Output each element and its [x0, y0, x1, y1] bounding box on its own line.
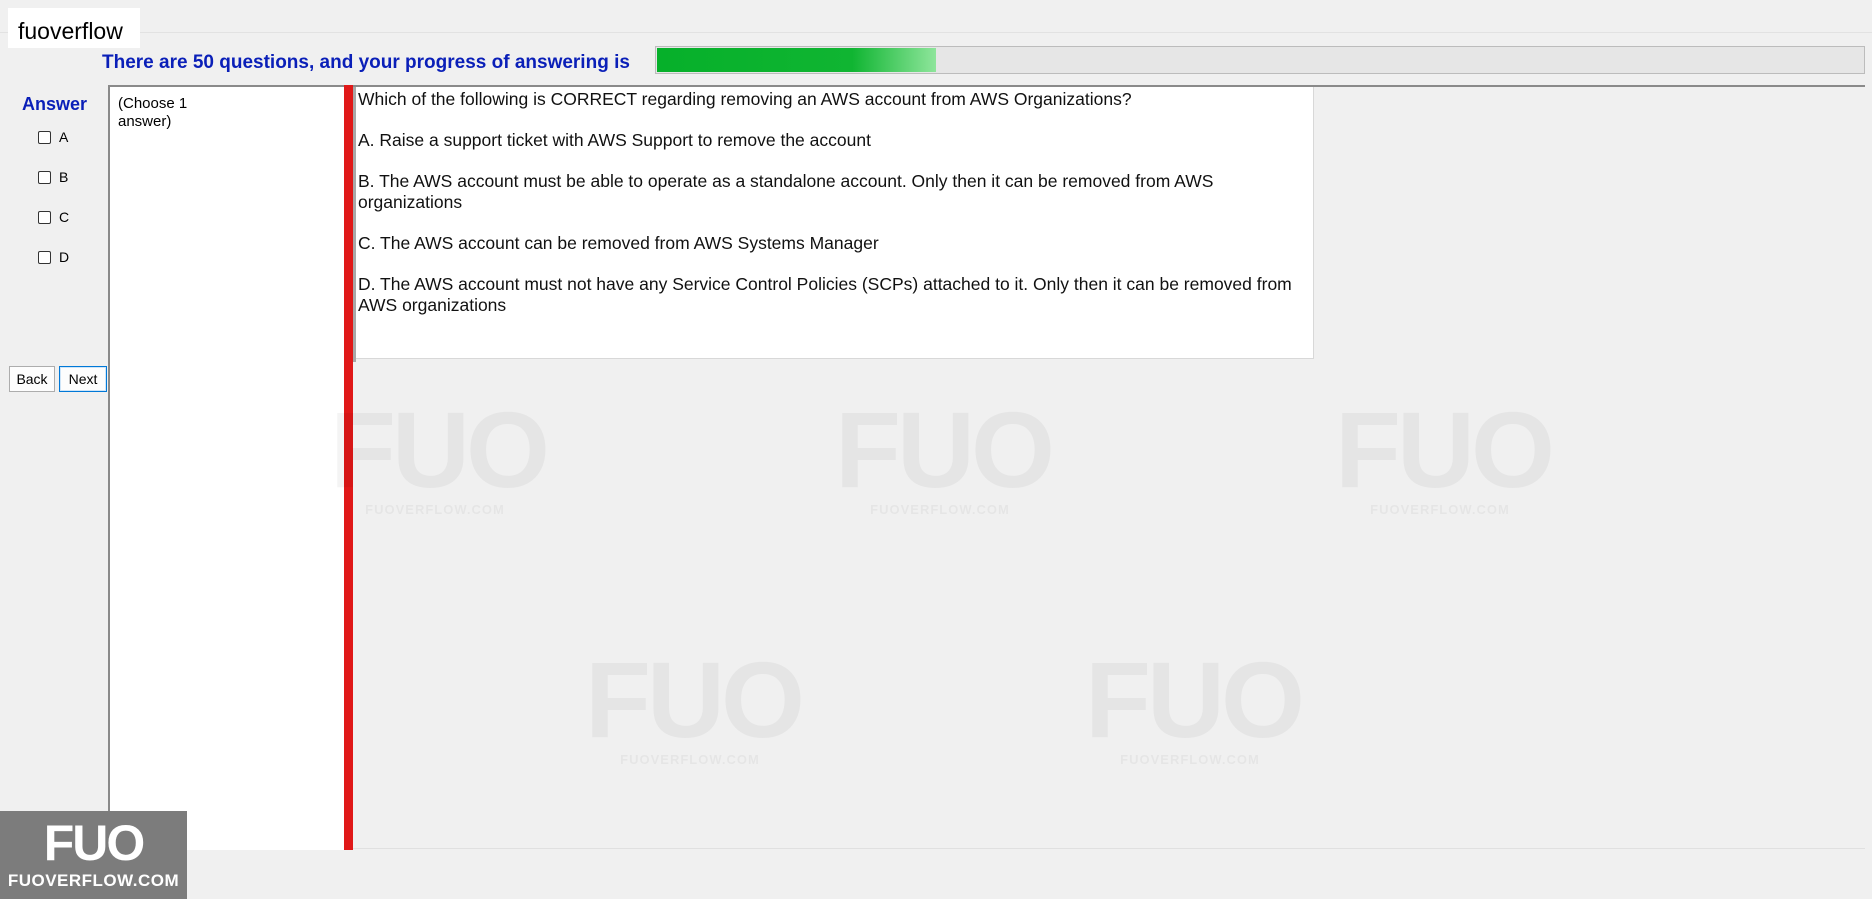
window-title: fuoverflow: [8, 8, 140, 48]
instruction-panel: (Choose 1 answer): [108, 85, 344, 850]
instruction-text: (Choose 1 answer): [118, 95, 188, 130]
choice-a-text: A. Raise a support ticket with AWS Suppo…: [358, 130, 871, 150]
checkbox-c[interactable]: [38, 210, 51, 224]
checkbox-a[interactable]: [38, 130, 51, 144]
answer-option-a[interactable]: A: [38, 126, 68, 148]
logo-text: FUOVERFLOW.COM: [7, 871, 180, 890]
question-text: Which of the following is CORRECT regard…: [358, 89, 1132, 109]
choice-d-text: D. The AWS account must not have any Ser…: [358, 274, 1292, 315]
watermark: FUOFUOVERFLOW.COM: [1335, 396, 1555, 518]
answer-option-b[interactable]: B: [38, 166, 68, 188]
answer-title: Answer: [22, 94, 88, 114]
answer-option-label: C: [59, 209, 70, 225]
watermark: FUOFUOVERFLOW.COM: [835, 396, 1055, 518]
content-bottom-border: [353, 848, 1865, 849]
question-box: Which of the following is CORRECT regard…: [356, 87, 1314, 359]
answer-option-label: B: [59, 169, 69, 185]
choice-b-text: B. The AWS account must be able to opera…: [358, 171, 1214, 212]
watermark: FUOFUOVERFLOW.COM: [1085, 646, 1305, 768]
answer-option-label: D: [59, 249, 70, 265]
checkbox-b[interactable]: [38, 170, 51, 184]
choice-c-text: C. The AWS account can be removed from A…: [358, 233, 879, 253]
next-button[interactable]: Next: [59, 366, 107, 392]
back-button[interactable]: Back: [9, 366, 55, 392]
progress-bar: [655, 46, 1865, 74]
progress-label: There are 50 questions, and your progres…: [102, 52, 630, 73]
watermark: FUOFUOVERFLOW.COM: [330, 396, 550, 518]
answer-option-label: A: [59, 129, 69, 145]
checkbox-d[interactable]: [38, 250, 51, 264]
answer-option-c[interactable]: C: [38, 206, 69, 228]
watermark: FUOFUOVERFLOW.COM: [585, 646, 805, 768]
answer-option-d[interactable]: D: [38, 246, 69, 268]
logo-mark: FUO: [43, 815, 146, 871]
progress-fill: [657, 48, 937, 72]
title-separator: [0, 32, 1872, 33]
site-logo: FUO FUOVERFLOW.COM: [0, 811, 187, 899]
